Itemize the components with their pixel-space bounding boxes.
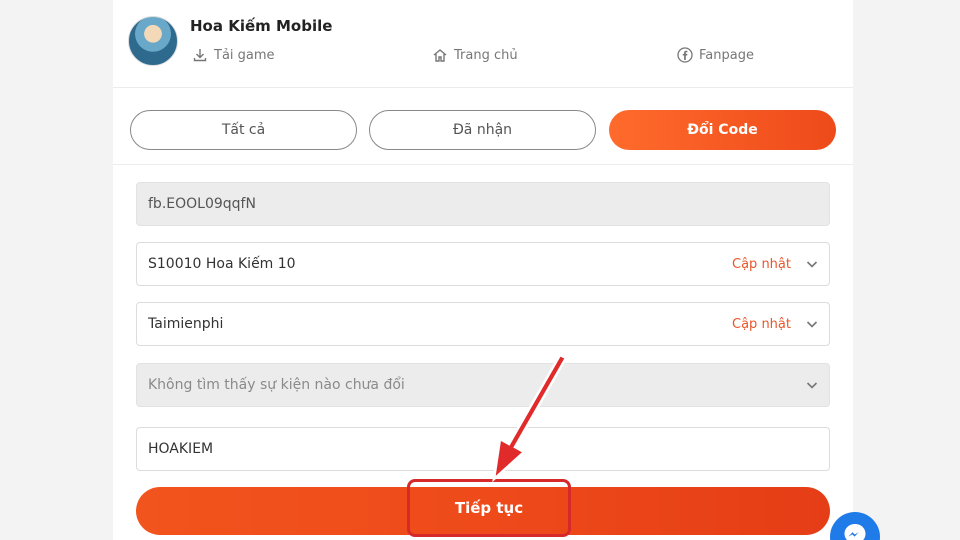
chevron-down-icon — [806, 382, 818, 389]
tabs-row: Tất cả Đã nhận Đổi Code — [113, 95, 853, 165]
continue-button-label: Tiếp tục — [454, 499, 524, 517]
code-value: HOAKIEM — [148, 441, 214, 457]
server-value: S10010 Hoa Kiếm 10 — [148, 256, 296, 272]
server-update-link[interactable]: Cập nhật — [732, 257, 791, 272]
continue-button-highlight[interactable]: Tiếp tục — [407, 479, 571, 537]
account-field: fb.EOOL09qqfN — [136, 182, 830, 226]
tab-redeem-code[interactable]: Đổi Code — [609, 110, 836, 150]
app-title: Hoa Kiếm Mobile — [190, 17, 333, 35]
event-value: Không tìm thấy sự kiện nào chưa đổi — [148, 377, 405, 393]
tab-received[interactable]: Đã nhận — [369, 110, 596, 150]
download-icon — [193, 49, 207, 62]
header: Hoa Kiếm Mobile Tải game Trang chủ Fanpa… — [113, 0, 853, 88]
nav-home[interactable]: Trang chủ — [432, 47, 518, 63]
character-update-link[interactable]: Cập nhật — [732, 317, 791, 332]
main-panel: Hoa Kiếm Mobile Tải game Trang chủ Fanpa… — [113, 0, 853, 540]
server-select[interactable]: S10010 Hoa Kiếm 10 Cập nhật — [136, 242, 830, 286]
code-input[interactable]: HOAKIEM — [136, 427, 830, 471]
chevron-down-icon — [806, 261, 818, 268]
facebook-icon — [677, 47, 693, 63]
messenger-icon — [844, 524, 866, 540]
character-select[interactable]: Taimienphi Cập nhật — [136, 302, 830, 346]
nav-fanpage-label: Fanpage — [699, 47, 754, 63]
nav-download[interactable]: Tải game — [192, 47, 275, 63]
home-icon — [433, 49, 447, 62]
tab-all[interactable]: Tất cả — [130, 110, 357, 150]
event-select[interactable]: Không tìm thấy sự kiện nào chưa đổi — [136, 363, 830, 407]
account-value: fb.EOOL09qqfN — [148, 196, 256, 212]
nav-download-label: Tải game — [214, 47, 275, 63]
character-value: Taimienphi — [148, 316, 224, 332]
game-avatar — [128, 16, 178, 66]
nav-fanpage[interactable]: Fanpage — [677, 47, 754, 63]
nav-home-label: Trang chủ — [454, 47, 518, 63]
chevron-down-icon — [806, 321, 818, 328]
